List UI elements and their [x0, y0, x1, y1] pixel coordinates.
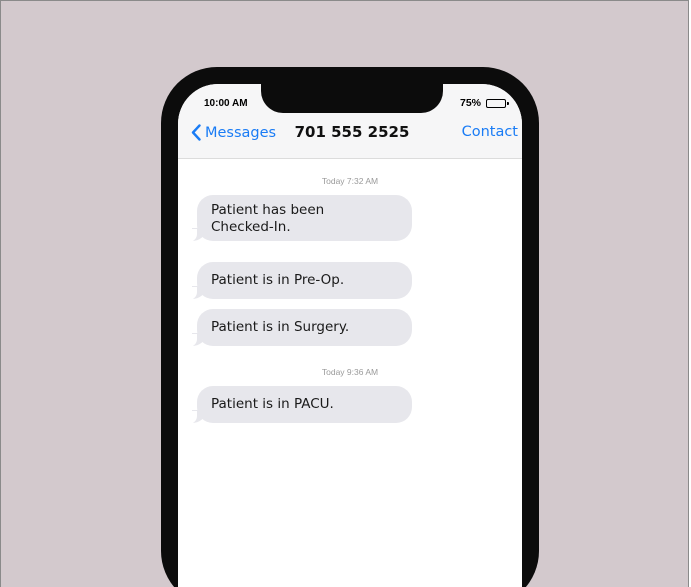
phone-device: Messages 701 555 2525 Contact 10:00 AM 7…	[161, 67, 539, 587]
battery-icon	[486, 98, 509, 108]
status-time: 10:00 AM	[204, 98, 248, 109]
message-text: Patient is in PACU.	[211, 396, 334, 412]
phone-notch	[261, 84, 443, 113]
message-text: Patient has been Checked-In.	[211, 202, 325, 235]
message-timestamp: Today 7:32 AM	[321, 176, 379, 186]
message-bubble: Patient is in Pre-Op.	[187, 262, 412, 300]
contact-button[interactable]: Contact	[462, 124, 518, 140]
battery-status: 75%	[459, 97, 509, 109]
message-text: Patient is in Pre-Op.	[211, 272, 345, 288]
background-frame: Messages 701 555 2525 Contact 10:00 AM 7…	[0, 0, 689, 587]
message-text: Patient is in Surgery.	[211, 319, 350, 335]
message-bubble: Patient has been Checked-In.	[187, 195, 412, 242]
message-timestamp: Today 9:36 AM	[321, 367, 379, 377]
phone-screen: Messages 701 555 2525 Contact 10:00 AM 7…	[178, 84, 522, 587]
battery-percent: 75%	[459, 97, 481, 109]
battery-cap	[507, 101, 509, 105]
message-bubble: Patient is in PACU.	[187, 386, 412, 424]
message-bubble: Patient is in Surgery.	[187, 309, 412, 347]
